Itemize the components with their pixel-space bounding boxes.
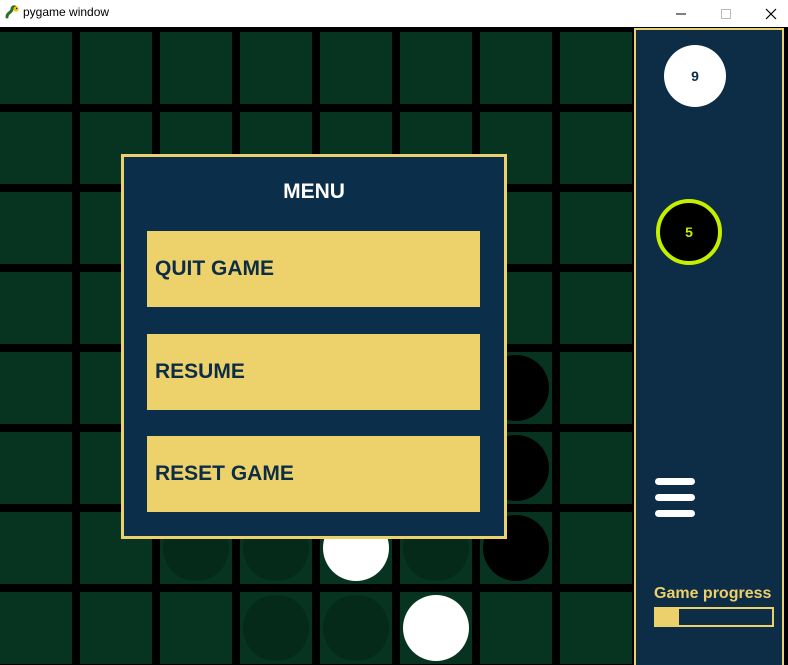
menu-title: MENU bbox=[283, 180, 345, 203]
minimize-icon bbox=[676, 13, 686, 14]
close-icon bbox=[765, 8, 777, 19]
board-cell[interactable] bbox=[480, 592, 552, 664]
board-cell[interactable] bbox=[560, 592, 632, 664]
board-cell[interactable] bbox=[400, 32, 472, 104]
board-cell[interactable] bbox=[560, 32, 632, 104]
board-cell[interactable] bbox=[0, 32, 72, 104]
white-score-value: 9 bbox=[691, 68, 699, 84]
maximize-button[interactable] bbox=[703, 0, 749, 27]
board-cell[interactable] bbox=[0, 592, 72, 664]
board-cell[interactable] bbox=[480, 32, 552, 104]
pygame-snake-icon bbox=[5, 5, 19, 19]
black-score-value: 5 bbox=[685, 224, 693, 240]
ghost-move-disc bbox=[243, 595, 309, 661]
white-score-disc: 9 bbox=[664, 45, 726, 107]
progress-label: Game progress bbox=[654, 585, 772, 602]
board-cell[interactable] bbox=[240, 32, 312, 104]
close-button[interactable] bbox=[748, 0, 788, 27]
progress-bar bbox=[654, 607, 774, 627]
black-score-disc: 5 bbox=[656, 199, 722, 265]
maximize-icon bbox=[721, 8, 731, 19]
board-cell[interactable] bbox=[560, 352, 632, 424]
minimize-button[interactable] bbox=[658, 0, 704, 27]
reset-game-button[interactable]: RESET GAME bbox=[147, 436, 480, 512]
board-cell[interactable] bbox=[0, 432, 72, 504]
window-titlebar[interactable]: pygame window bbox=[0, 0, 788, 27]
board-cell[interactable] bbox=[80, 32, 152, 104]
board-cell[interactable] bbox=[560, 112, 632, 184]
board-cell[interactable] bbox=[160, 592, 232, 664]
board-cell[interactable] bbox=[560, 432, 632, 504]
sidebar-panel: 9 5 Game progress bbox=[634, 28, 784, 665]
quit-game-button[interactable]: QUIT GAME bbox=[147, 231, 480, 307]
board-cell[interactable] bbox=[0, 352, 72, 424]
hamburger-menu-icon[interactable] bbox=[655, 478, 695, 520]
hamburger-bar bbox=[655, 494, 695, 501]
board-cell[interactable] bbox=[0, 512, 72, 584]
board-cell[interactable] bbox=[80, 592, 152, 664]
board-cell[interactable] bbox=[320, 32, 392, 104]
white-disc bbox=[403, 595, 469, 661]
ghost-move-disc bbox=[323, 595, 389, 661]
board-cell[interactable] bbox=[560, 192, 632, 264]
hamburger-bar bbox=[655, 478, 695, 485]
hamburger-bar bbox=[655, 510, 695, 517]
window-title: pygame window bbox=[23, 5, 110, 19]
board-cell[interactable] bbox=[560, 272, 632, 344]
board-cell[interactable] bbox=[560, 512, 632, 584]
board-cell[interactable] bbox=[160, 32, 232, 104]
board-cell[interactable] bbox=[0, 192, 72, 264]
board-cell[interactable] bbox=[0, 272, 72, 344]
menu-dialog: MENU QUIT GAME RESUME RESET GAME bbox=[121, 154, 507, 539]
progress-fill bbox=[656, 609, 680, 625]
board-cell[interactable] bbox=[0, 112, 72, 184]
resume-button[interactable]: RESUME bbox=[147, 334, 480, 410]
